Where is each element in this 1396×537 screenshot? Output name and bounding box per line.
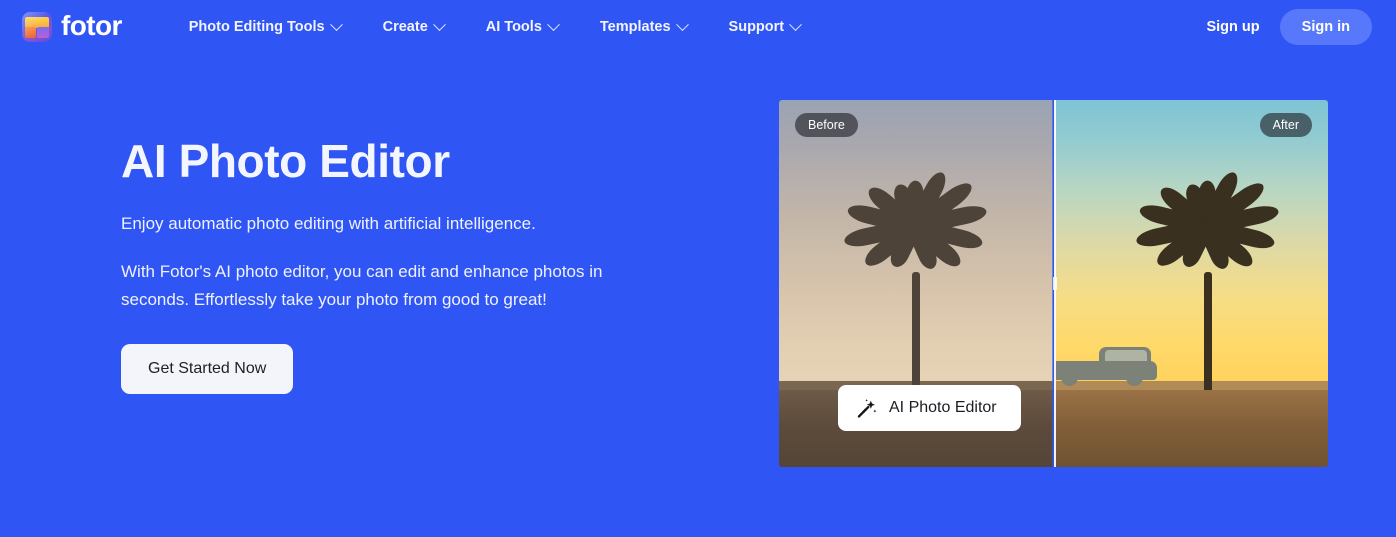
header-actions: Sign up Sign in (1192, 9, 1372, 45)
before-after-slider[interactable]: Before After AI Photo Editor (779, 100, 1328, 467)
chevron-down-icon (547, 17, 560, 31)
before-badge: Before (795, 113, 858, 137)
nav-item-label: Support (728, 19, 785, 35)
hero-copy: AI Photo Editor Enjoy automatic photo ed… (0, 100, 660, 395)
site-header: fotor Photo Editing Tools Create AI Tool… (0, 0, 1396, 54)
nav-item-ai-tools[interactable]: AI Tools (465, 11, 579, 43)
fotor-logo-icon (22, 12, 52, 42)
brand-logo[interactable]: fotor (22, 12, 122, 42)
main-navigation: Photo Editing Tools Create AI Tools Temp… (168, 11, 821, 43)
ai-photo-editor-chip[interactable]: AI Photo Editor (838, 385, 1021, 431)
magic-wand-icon (856, 397, 878, 419)
nav-item-label: Photo Editing Tools (188, 19, 325, 35)
hero-lead-text: Enjoy automatic photo editing with artif… (121, 213, 536, 233)
chevron-down-icon (329, 17, 343, 31)
sign-in-button[interactable]: Sign in (1279, 9, 1372, 45)
nav-item-label: AI Tools (485, 19, 542, 35)
sign-up-button[interactable]: Sign up (1192, 10, 1273, 44)
brand-name: fotor (61, 10, 122, 41)
nav-item-label: Create (382, 19, 428, 35)
nav-item-create[interactable]: Create (362, 11, 465, 43)
ai-photo-editor-chip-label: AI Photo Editor (889, 399, 997, 416)
chevron-down-icon (789, 17, 802, 31)
car-graphic (1054, 346, 1157, 386)
chevron-down-icon (432, 17, 446, 31)
nav-item-photo-editing-tools[interactable]: Photo Editing Tools (168, 11, 362, 43)
get-started-button[interactable]: Get Started Now (121, 344, 294, 395)
nav-item-support[interactable]: Support (708, 11, 822, 43)
palm-tree-graphic (841, 168, 991, 390)
hero-body-text: With Fotor's AI photo editor, you can ed… (121, 262, 603, 309)
slider-handle-icon (1050, 274, 1060, 294)
nav-item-templates[interactable]: Templates (579, 11, 708, 43)
page-title: AI Photo Editor (121, 135, 450, 187)
nav-item-label: Templates (599, 19, 671, 35)
before-after-preview: Before After AI Photo Editor (779, 100, 1328, 467)
after-badge: After (1259, 113, 1312, 137)
chevron-down-icon (675, 17, 689, 31)
comparison-slider-handle[interactable] (1052, 100, 1057, 467)
